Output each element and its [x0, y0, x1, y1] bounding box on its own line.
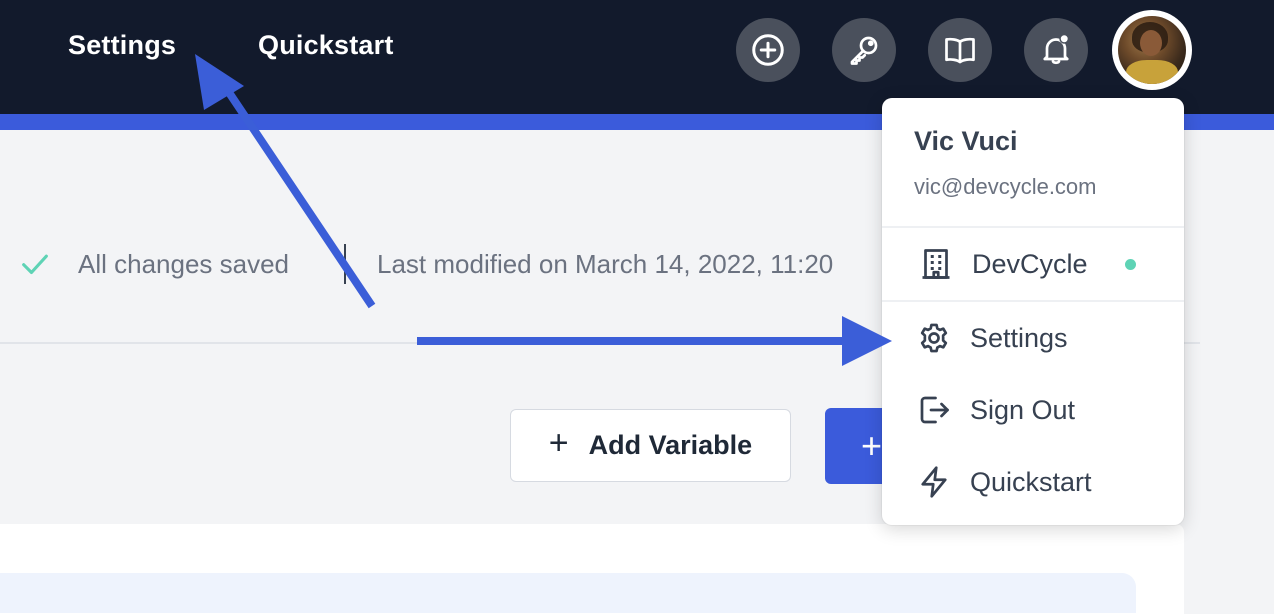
save-status: All changes saved: [18, 244, 289, 284]
add-variable-button[interactable]: + Add Variable: [510, 409, 791, 482]
user-name: Vic Vuci: [914, 126, 1018, 156]
api-keys-button[interactable]: [832, 18, 896, 82]
create-button[interactable]: [736, 18, 800, 82]
saved-text: All changes saved: [78, 248, 290, 279]
gear-icon: [920, 323, 948, 353]
nav-quickstart-link[interactable]: Quickstart: [258, 30, 394, 61]
avatar-photo: [1118, 16, 1186, 84]
menu-item-label: Sign Out: [970, 394, 1076, 425]
plus-icon: +: [548, 424, 569, 462]
organization-item[interactable]: DevCycle: [882, 228, 1184, 300]
menu-item-label: Quickstart: [970, 466, 1092, 497]
active-org-indicator: [1125, 258, 1136, 270]
building-icon: [922, 249, 950, 279]
plus-icon: +: [861, 425, 883, 466]
add-variable-label: Add Variable: [588, 430, 753, 460]
menu-item-label: Settings: [970, 322, 1068, 353]
nav-settings-link[interactable]: Settings: [68, 30, 176, 61]
plus-circle-icon: [752, 34, 784, 66]
user-menu-dropdown: Vic Vuci vic@devcycle.com DevCycle Setti…: [882, 98, 1184, 525]
top-navbar: Settings Quickstart: [0, 0, 1274, 114]
annotation-arrow-to-menu-settings: [417, 316, 892, 366]
notifications-button[interactable]: [1024, 18, 1088, 82]
user-avatar[interactable]: [1112, 10, 1192, 90]
check-icon: [22, 254, 48, 275]
status-divider: [344, 244, 346, 284]
content-panel-header: [0, 573, 1136, 613]
menu-item-settings[interactable]: Settings: [882, 307, 1184, 369]
menu-item-sign-out[interactable]: Sign Out: [882, 379, 1184, 441]
menu-item-quickstart[interactable]: Quickstart: [882, 451, 1184, 513]
user-email: vic@devcycle.com: [914, 174, 1097, 199]
docs-button[interactable]: [928, 18, 992, 82]
sign-out-icon: [920, 396, 949, 424]
organization-name: DevCycle: [972, 248, 1088, 279]
last-modified-text: Last modified on March 14, 2022, 11:20: [377, 248, 834, 279]
menu-divider: [882, 300, 1184, 302]
book-icon: [945, 37, 975, 64]
bell-icon: [1043, 33, 1070, 65]
key-icon: [850, 36, 878, 65]
lightning-icon: [921, 466, 947, 498]
